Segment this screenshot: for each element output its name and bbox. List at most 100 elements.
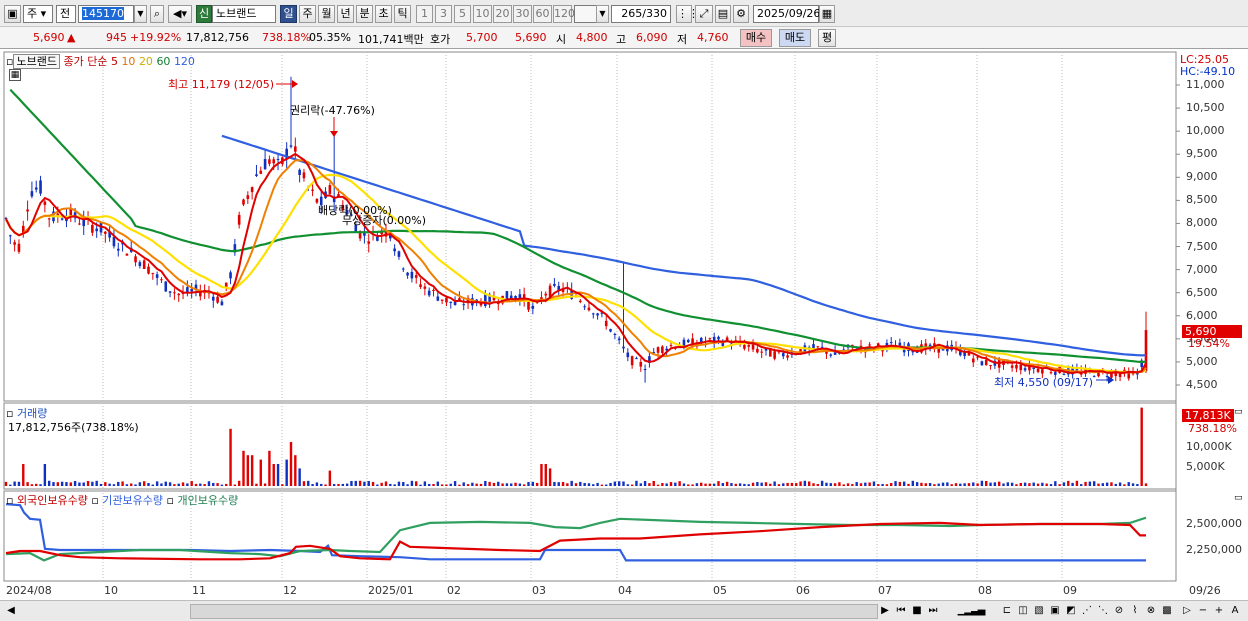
period-tick-button[interactable]: 틱	[394, 5, 411, 23]
volume-bar	[738, 483, 742, 486]
candle-body	[190, 288, 193, 292]
tool-icon[interactable]: ⊘	[1112, 604, 1126, 618]
sell-button[interactable]: 매도	[779, 29, 811, 47]
period-year-button[interactable]: 년	[337, 5, 354, 23]
tool-icon[interactable]: ⊏	[1000, 604, 1014, 618]
period-month-button[interactable]: 월	[318, 5, 335, 23]
period-second-button[interactable]: 초	[375, 5, 392, 23]
tool-icon[interactable]: ◩	[1064, 604, 1078, 618]
collapse-icon[interactable]: ▭	[1234, 493, 1243, 503]
period-minute-button[interactable]: 분	[356, 5, 373, 23]
rewind-icon[interactable]: ⏮	[894, 604, 908, 618]
font-size-icon[interactable]: A	[1228, 604, 1242, 618]
volume-bar	[1058, 484, 1061, 486]
volume-bar	[924, 483, 927, 486]
scroll-left-icon[interactable]: ◀	[4, 604, 18, 618]
search-icon[interactable]: ⌕	[150, 5, 164, 23]
interval-5-button[interactable]: 5	[454, 5, 471, 23]
interval-120-button[interactable]: 120	[553, 5, 575, 23]
volume-bar	[864, 482, 867, 486]
volume-bar	[52, 482, 55, 486]
tool-icon[interactable]: ▧	[1032, 604, 1046, 618]
candle-body	[78, 223, 81, 225]
minus-icon[interactable]: −	[1196, 604, 1210, 618]
interval-dropdown-icon[interactable]: ▼	[596, 5, 609, 23]
stop-icon[interactable]: ■	[910, 604, 924, 618]
tool-icon[interactable]: ⊗	[1144, 604, 1158, 618]
tool-icon[interactable]: ◫	[1016, 604, 1030, 618]
zoom-slider-icon[interactable]: ▁▂▃▄	[946, 604, 996, 618]
tool-icon[interactable]: ⌇	[1128, 604, 1142, 618]
chart-area[interactable]: ▫ 노브랜드 종가 단순 5 10 20 60 120 ▦ 최고 11,179 (…	[0, 49, 1248, 621]
grid-icon[interactable]: ⋮⋮	[676, 5, 699, 23]
collapse-icon[interactable]: ▭	[1234, 407, 1243, 417]
volume-bar	[773, 481, 776, 486]
volume-bar	[168, 482, 172, 486]
candle-body	[661, 346, 664, 353]
chart-canvas[interactable]	[0, 49, 1248, 600]
table-icon[interactable]: ▦	[9, 69, 21, 81]
candle-body	[635, 358, 638, 360]
zoom-in-icon[interactable]: ▷	[1180, 604, 1194, 618]
interval-10-button[interactable]: 10	[473, 5, 492, 23]
volume-bar	[60, 481, 64, 486]
volume-bar	[548, 468, 552, 486]
volume-bar	[332, 484, 336, 486]
save-icon[interactable]: ▤	[715, 5, 731, 23]
volume-bar	[1101, 483, 1105, 486]
eval-button[interactable]: 평	[818, 29, 836, 47]
volume-bar	[207, 481, 211, 486]
checkbox-icon[interactable]: ▫	[6, 494, 13, 507]
interval-30-button[interactable]: 30	[513, 5, 532, 23]
chart-scrollbar[interactable]: ◀ ▶ ⏮ ■ ⏭ ▁▂▃▄ ⊏ ◫ ▧ ▣ ◩ ⋰ ⋱ ⊘ ⌇ ⊗ ▩ ▷ −…	[0, 600, 1248, 621]
volume-bar	[194, 483, 198, 486]
code-dropdown-icon[interactable]: ▼	[134, 5, 147, 23]
tool-icon[interactable]: ▣	[1048, 604, 1062, 618]
interval-1-button[interactable]: 1	[416, 5, 433, 23]
scroll-right-icon[interactable]: ▶	[878, 604, 892, 618]
volume-bar	[963, 483, 966, 486]
candle-body	[26, 209, 29, 212]
candle-body	[816, 346, 820, 348]
count-field[interactable]: 265/330	[611, 5, 671, 23]
x-axis-label: 07	[878, 584, 892, 597]
volume-bar	[320, 483, 323, 486]
checkbox-icon[interactable]: ▫	[167, 494, 174, 507]
checkbox-icon[interactable]: ▫	[91, 494, 98, 507]
stock-code-input[interactable]: 145170	[78, 5, 134, 23]
prev-button[interactable]: 전	[56, 5, 76, 23]
window-icon[interactable]: ▣	[4, 5, 21, 23]
buy-button[interactable]: 매수	[740, 29, 772, 47]
interval-60-button[interactable]: 60	[533, 5, 552, 23]
volume-bar	[907, 483, 910, 486]
gear-icon[interactable]: ⚙	[733, 5, 749, 23]
date-field[interactable]: 2025/09/26	[753, 5, 820, 23]
volume-bar	[17, 481, 21, 486]
volume-bar	[1023, 482, 1027, 486]
scroll-track[interactable]	[190, 604, 878, 619]
volume-bar	[354, 480, 357, 486]
volume-bar	[682, 483, 686, 486]
forward-icon[interactable]: ⏭	[926, 604, 940, 618]
candle-body	[272, 159, 276, 164]
interval-20-button[interactable]: 20	[493, 5, 512, 23]
interval-3-button[interactable]: 3	[435, 5, 452, 23]
volume-bar	[73, 481, 77, 486]
tool-icon[interactable]: ▩	[1160, 604, 1174, 618]
plus-icon[interactable]: +	[1212, 604, 1226, 618]
tool-icon[interactable]: ⋱	[1096, 604, 1110, 618]
volume-bar	[56, 482, 60, 486]
candle-body	[436, 296, 440, 301]
period-day-button[interactable]: 일	[280, 5, 297, 23]
crosshair-icon[interactable]: ⤢	[695, 5, 713, 23]
market-select[interactable]: 주 ▾	[23, 5, 53, 23]
candle-body	[669, 345, 673, 347]
calendar-icon[interactable]: ▦	[819, 5, 835, 23]
volume-bar	[656, 484, 660, 486]
volume-bar	[691, 484, 694, 486]
volume-bar	[1097, 483, 1100, 486]
volume-bar	[285, 459, 288, 486]
period-week-button[interactable]: 주	[299, 5, 316, 23]
tool-icon[interactable]: ⋰	[1080, 604, 1094, 618]
speaker-icon[interactable]: ◀▾	[168, 5, 192, 23]
